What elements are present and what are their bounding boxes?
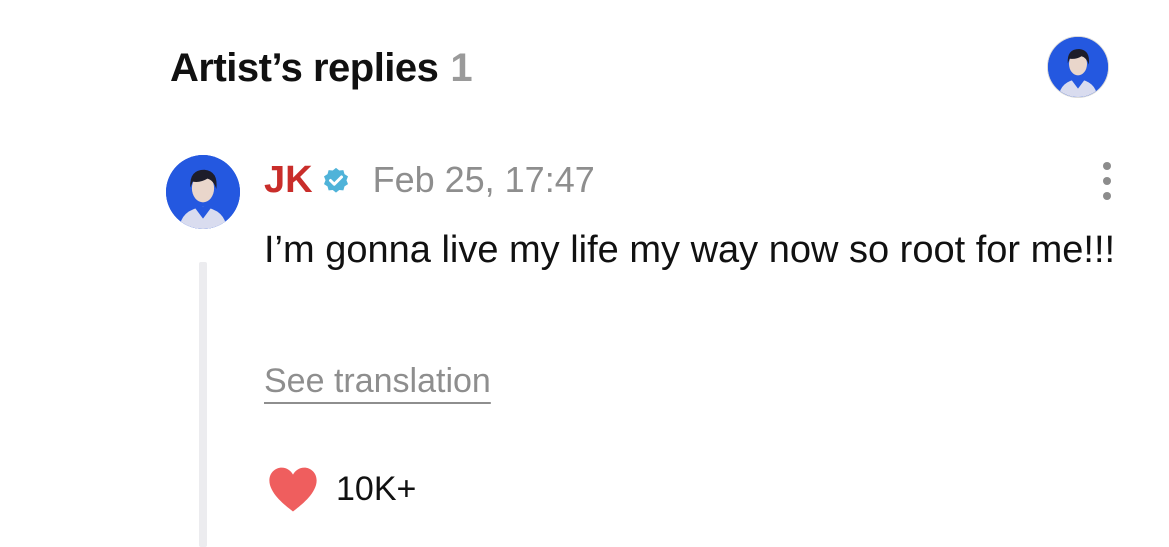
more-vertical-icon-dot <box>1103 192 1111 200</box>
post-meta: JK Feb 25, 17:47 <box>264 158 595 202</box>
post-timestamp: Feb 25, 17:47 <box>372 159 595 200</box>
heart-icon <box>269 467 317 512</box>
profile-avatar-icon <box>1048 37 1108 97</box>
like-count: 10K+ <box>336 469 417 508</box>
author-avatar[interactable] <box>166 155 240 229</box>
author-name[interactable]: JK <box>264 159 313 202</box>
section-header: Artist’s replies 1 <box>170 42 473 94</box>
reply-count: 1 <box>450 45 473 90</box>
section-title: Artist’s replies <box>170 45 439 90</box>
more-vertical-icon <box>1103 162 1111 170</box>
profile-avatar-icon <box>166 155 240 229</box>
current-artist-avatar[interactable] <box>1047 36 1109 98</box>
like-button[interactable]: 10K+ <box>266 462 416 516</box>
see-translation-link[interactable]: See translation <box>264 362 491 401</box>
post-body: I’m gonna live my life my way now so roo… <box>264 229 1116 271</box>
thread-line <box>199 262 207 547</box>
verified-badge-icon <box>323 167 348 193</box>
more-options-button[interactable] <box>1092 160 1122 202</box>
more-vertical-icon-dot <box>1103 177 1111 185</box>
